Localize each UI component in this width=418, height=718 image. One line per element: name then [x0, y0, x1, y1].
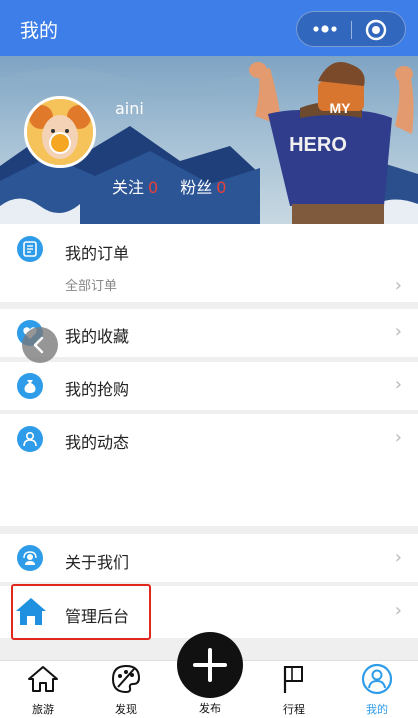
username: aini — [115, 99, 144, 118]
chevron-right-icon: › — [394, 275, 402, 296]
chevron-right-icon: › — [394, 600, 402, 621]
chevron-right-icon: › — [394, 374, 402, 395]
menu-item-about[interactable]: 关于我们 › — [0, 534, 418, 582]
following-label[interactable]: 关注 — [112, 178, 144, 197]
menu-item-favorites[interactable]: 我的收藏 › — [0, 309, 418, 357]
about-label: 关于我们 — [65, 553, 130, 572]
tab-travel-label: 旅游 — [32, 703, 54, 716]
chevron-right-icon: › — [394, 321, 402, 342]
tab-trip[interactable]: 行程 — [264, 661, 324, 718]
menu-item-moments[interactable]: 我的动态 › — [0, 414, 418, 526]
close-target-icon[interactable] — [365, 19, 387, 41]
menu-item-orders[interactable]: 我的订单 全部订单 › — [0, 224, 418, 302]
support-icon — [17, 545, 43, 571]
user-circle-icon — [361, 663, 393, 695]
follow-stats: 关注 0 粉丝 0 — [112, 174, 226, 198]
publish-button[interactable] — [177, 632, 243, 698]
favorites-label: 我的收藏 — [65, 327, 130, 346]
money-bag-icon — [17, 373, 43, 399]
orders-label: 我的订单 — [65, 244, 130, 263]
flag-icon — [283, 666, 303, 693]
plus-icon — [193, 648, 227, 682]
tab-trip-label: 行程 — [283, 703, 305, 716]
admin-highlight-box — [11, 584, 151, 640]
chevron-right-icon: › — [394, 547, 402, 568]
tab-mine-label: 我的 — [366, 703, 388, 716]
banner-badge-text: MY — [330, 100, 352, 116]
page-title: 我的 — [20, 20, 59, 42]
floating-back-button[interactable] — [22, 327, 58, 363]
order-icon — [17, 236, 43, 262]
chevron-right-icon: › — [394, 427, 402, 448]
user-icon — [17, 426, 43, 452]
banner-shirt-text: HERO — [289, 134, 347, 156]
more-icon[interactable] — [311, 19, 339, 39]
all-orders-link[interactable]: 全部订单 — [65, 275, 117, 294]
palette-icon — [111, 664, 141, 694]
tab-discover-label: 发现 — [115, 703, 137, 716]
miniprogram-capsule — [296, 11, 406, 47]
tab-mine[interactable]: 我的 — [347, 661, 407, 718]
moments-label: 我的动态 — [65, 433, 130, 452]
profile-banner: MY HERO aini 关注 0 粉丝 0 — [0, 56, 418, 224]
home-icon — [28, 666, 58, 692]
publish-label: 发布 — [199, 702, 221, 715]
top-bar: 我的 — [0, 0, 418, 56]
fans-label[interactable]: 粉丝 — [180, 178, 212, 197]
following-count[interactable]: 0 — [148, 178, 158, 197]
fans-count[interactable]: 0 — [216, 178, 226, 197]
tab-discover[interactable]: 发现 — [96, 661, 156, 718]
chevron-left-icon — [33, 336, 44, 354]
capsule-divider — [351, 21, 352, 39]
tab-travel[interactable]: 旅游 — [13, 661, 73, 718]
avatar[interactable] — [24, 96, 96, 168]
flash-sale-label: 我的抢购 — [65, 380, 130, 399]
menu-item-flash-sale[interactable]: 我的抢购 › — [0, 362, 418, 410]
